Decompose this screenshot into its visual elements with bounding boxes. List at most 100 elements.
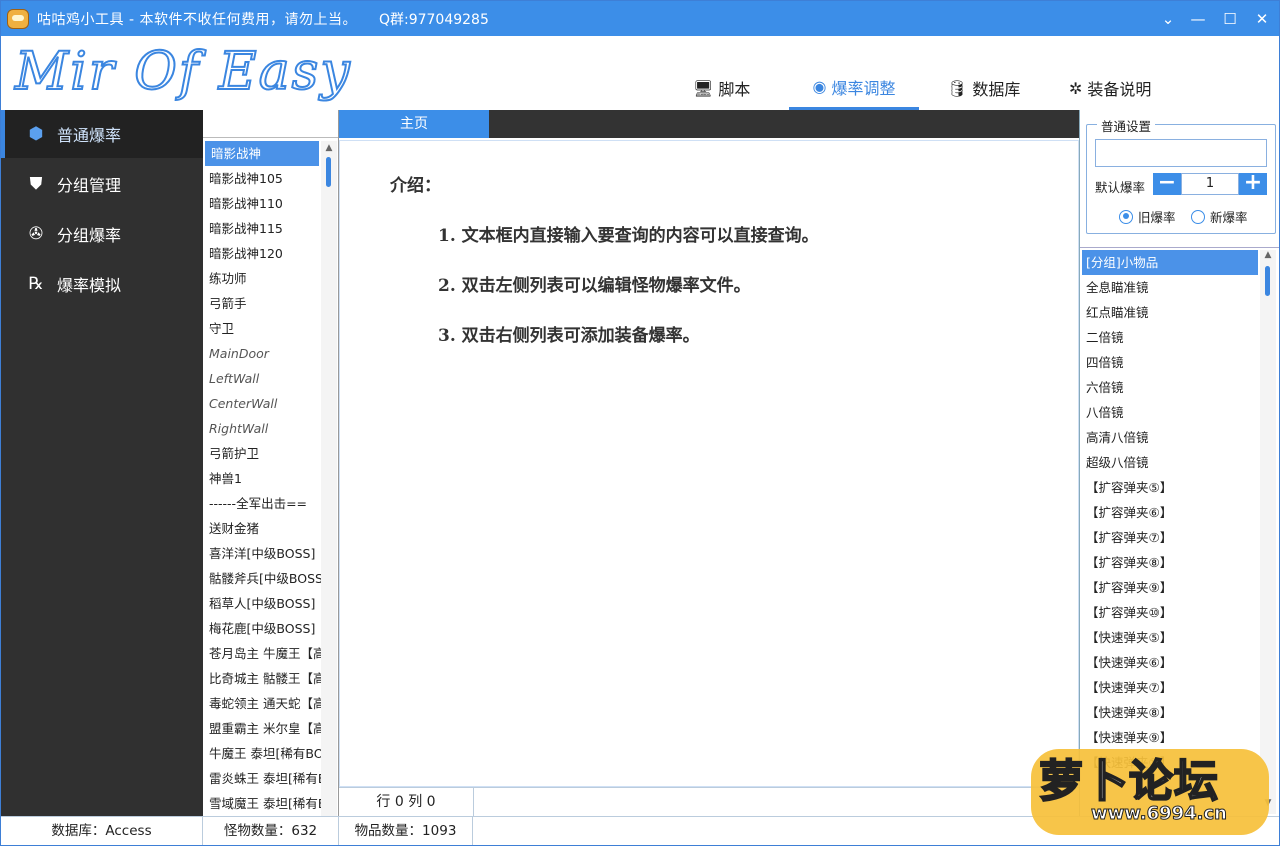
list-item[interactable]: 【扩容弹夹⑤】 <box>1082 475 1258 500</box>
list-item[interactable]: 毒蛇领主 通天蛇【高 <box>203 691 321 716</box>
sidebar-item-group-manage[interactable]: ⛊ 分组管理 <box>1 160 203 208</box>
list-item[interactable]: 苍月岛主 牛魔王【高 <box>203 641 321 666</box>
list-item[interactable]: 喜洋洋[中级BOSS] <box>203 541 321 566</box>
sidebar-item-label: 普通爆率 <box>57 126 122 145</box>
list-item[interactable]: 盟重霸主 米尔皇【高 <box>203 716 321 741</box>
item-panel: [分组]小物品 全息瞄准镜 红点瞄准镜 二倍镜 四倍镜 六倍镜 八倍镜 高清八倍镜 超级八倍镜【… <box>1080 247 1279 815</box>
list-item[interactable]: 高清八倍镜 <box>1082 425 1258 450</box>
monster-list: 暗影战神 暗影战神105 暗影战神110 暗影战神115 暗影战神120 练功师 弓箭手 守卫… <box>203 141 321 816</box>
list-item[interactable]: 雷炎蛛王 泰坦[稀有B <box>203 766 321 791</box>
radio-label: 新爆率 <box>1210 210 1248 225</box>
list-item[interactable]: 守卫 <box>203 316 321 341</box>
list-item[interactable]: 四倍镜 <box>1082 350 1258 375</box>
list-item[interactable]: 骷髅斧兵[中级BOSS] <box>203 566 321 591</box>
scroll-thumb[interactable] <box>1265 266 1270 296</box>
chevron-down-icon[interactable]: ⌄ <box>1151 1 1185 36</box>
tab-drop-rate[interactable]: ◉ 爆率调整 <box>789 66 919 110</box>
list-item[interactable]: 超级八倍镜 <box>1082 450 1258 475</box>
list-item[interactable]: 【快速弹夹⑥】 <box>1082 650 1258 675</box>
list-item[interactable]: 牛魔王 泰坦[稀有BO <box>203 741 321 766</box>
default-rate-input[interactable]: 1 <box>1181 173 1239 195</box>
list-item[interactable]: ------全军出击== <box>203 491 321 516</box>
list-item[interactable]: MainDoor <box>203 341 321 366</box>
list-item[interactable]: 梅花鹿[中级BOSS] <box>203 616 321 641</box>
intro-line-3: 3. 双击右侧列表可添加装备爆率。 <box>438 326 700 346</box>
list-item[interactable]: 稻草人[中级BOSS] <box>203 591 321 616</box>
radio-new-rate[interactable]: 新爆率 <box>1191 207 1248 226</box>
bug-icon: ✲ <box>1069 78 1083 98</box>
list-item[interactable]: 雪域魔王 泰坦[稀有B <box>203 791 321 816</box>
list-item[interactable]: 【快速弹夹⑤】 <box>1082 625 1258 650</box>
plus-button[interactable]: + <box>1239 172 1267 195</box>
list-item[interactable]: 【扩容弹夹⑦】 <box>1082 525 1258 550</box>
list-item[interactable]: 练功师 <box>203 266 321 291</box>
normal-settings-group: 普通设置 默认爆率 − 1 + 旧爆率 新爆率 <box>1086 116 1276 234</box>
app-icon <box>7 8 29 29</box>
settings-input[interactable] <box>1095 139 1267 167</box>
list-item[interactable]: 暗影战神120 <box>203 241 321 266</box>
sidebar-item-label: 分组爆率 <box>57 226 122 245</box>
tab-label: 装备说明 <box>1087 80 1152 99</box>
list-item[interactable]: RightWall <box>203 416 321 441</box>
tab-home[interactable]: 主页 <box>339 110 489 138</box>
qq-group: Q群:977049285 <box>378 11 489 28</box>
sidebar-item-group-rate[interactable]: ✇ 分组爆率 <box>1 210 203 258</box>
watermark-logo: 萝卜论坛 www.6994.cn <box>1031 743 1271 839</box>
monster-search-input[interactable] <box>203 110 338 138</box>
list-item[interactable]: 全息瞄准镜 <box>1082 275 1258 300</box>
scroll-up-icon[interactable]: ▲ <box>321 143 337 157</box>
list-item[interactable]: 神兽1 <box>203 466 321 491</box>
tab-equipment-info[interactable]: ✲ 装备说明 <box>1069 66 1151 110</box>
list-item[interactable]: 暗影战神115 <box>203 216 321 241</box>
list-item[interactable]: [分组]小物品 <box>1082 250 1258 275</box>
radio-old-rate[interactable]: 旧爆率 <box>1119 207 1176 226</box>
group-title: 普通设置 <box>1097 116 1156 135</box>
watermark-url: www.6994.cn <box>1091 803 1228 825</box>
list-item[interactable]: LeftWall <box>203 366 321 391</box>
sidebar-item-normal-rate[interactable]: ⬢ 普通爆率 <box>1 110 203 158</box>
header: Mir Of Easy 🖥 脚本 ◉ 爆率调整 🛢 数据库 ✲ 装备说明 <box>1 36 1279 110</box>
radio-unchecked-icon <box>1191 209 1205 224</box>
scroll-thumb[interactable] <box>326 157 331 187</box>
list-item[interactable]: 暗影战神 <box>205 141 319 166</box>
item-list-scrollbar[interactable]: ▲ ▼ <box>1260 250 1276 814</box>
watermark-text: 萝卜论坛 <box>1038 755 1219 808</box>
close-icon[interactable]: ✕ <box>1245 1 1279 36</box>
list-item[interactable]: 弓箭护卫 <box>203 441 321 466</box>
tab-label: 数据库 <box>972 80 1021 99</box>
list-item[interactable]: 【扩容弹夹⑧】 <box>1082 550 1258 575</box>
list-item[interactable]: 比奇城主 骷髅王【高 <box>203 666 321 691</box>
list-item[interactable]: 【扩容弹夹⑩】 <box>1082 600 1258 625</box>
list-item[interactable]: 送财金猪 <box>203 516 321 541</box>
settings-panel: 普通设置 默认爆率 − 1 + 旧爆率 新爆率 [分组]小物品 全息瞄准镜 红点瞄准… <box>1079 110 1279 816</box>
monster-list-scrollbar[interactable]: ▲ <box>321 141 337 816</box>
tab-script[interactable]: 🖥 脚本 <box>693 66 750 110</box>
sidebar-item-label: 爆率模拟 <box>57 276 122 295</box>
intro-title: 介绍： <box>390 176 441 196</box>
list-item[interactable]: 二倍镜 <box>1082 325 1258 350</box>
tab-label: 脚本 <box>718 80 751 99</box>
list-item[interactable]: 八倍镜 <box>1082 400 1258 425</box>
intro-line-1: 1. 文本框内直接输入要查询的内容可以直接查询。 <box>438 226 819 246</box>
list-item[interactable]: 【快速弹夹⑧】 <box>1082 700 1258 725</box>
list-item[interactable]: 【快速弹夹⑦】 <box>1082 675 1258 700</box>
app-window: 咕咕鸡小工具 - 本软件不收任何费用，请勿上当。 Q群:977049285 ⌄ … <box>0 0 1280 846</box>
list-item[interactable]: 暗影战神105 <box>203 166 321 191</box>
list-item[interactable]: 【扩容弹夹⑨】 <box>1082 575 1258 600</box>
file-rx-icon: ℞ <box>28 274 44 294</box>
list-item[interactable]: 【扩容弹夹⑥】 <box>1082 500 1258 525</box>
sidebar-item-rate-sim[interactable]: ℞ 爆率模拟 <box>1 260 203 308</box>
minus-button[interactable]: − <box>1153 172 1181 195</box>
list-item[interactable]: 弓箭手 <box>203 291 321 316</box>
maximize-icon[interactable]: ☐ <box>1213 1 1247 36</box>
list-item[interactable]: 红点瞄准镜 <box>1082 300 1258 325</box>
tab-database[interactable]: 🛢 数据库 <box>947 66 1020 110</box>
list-item[interactable]: 六倍镜 <box>1082 375 1258 400</box>
database-icon: 🛢 <box>947 78 968 98</box>
list-item[interactable]: 暗影战神110 <box>203 191 321 216</box>
minimize-icon[interactable]: — <box>1181 1 1215 36</box>
list-item[interactable]: CenterWall <box>203 391 321 416</box>
radio-checked-icon <box>1119 209 1133 224</box>
scroll-up-icon[interactable]: ▲ <box>1260 250 1276 264</box>
radio-label: 旧爆率 <box>1138 210 1176 225</box>
